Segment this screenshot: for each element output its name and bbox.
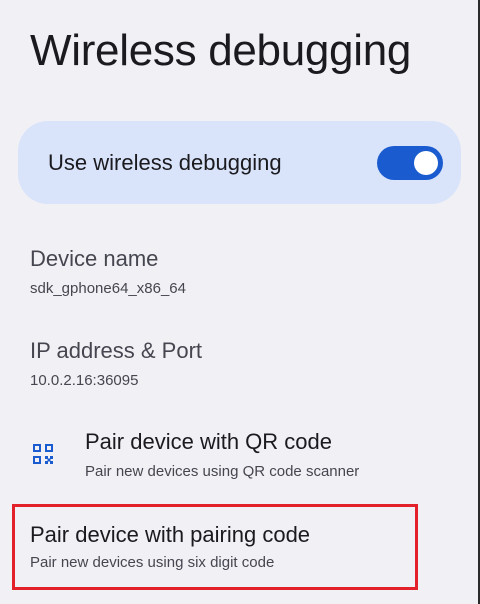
pair-code-subtitle: Pair new devices using six digit code (30, 554, 275, 571)
device-name-label: Device name (30, 246, 159, 271)
device-name-row[interactable]: Device name sdk_gphone64_x86_64 (30, 245, 186, 299)
pair-with-qr-code-row[interactable]: Pair device with QR code Pair new device… (30, 428, 450, 488)
ip-address-port-label: IP address & Port (30, 338, 203, 363)
pair-qr-subtitle: Pair new devices using QR code scanner (85, 463, 360, 480)
ip-address-port-value: 10.0.2.16:36095 (30, 372, 139, 389)
use-wireless-debugging-toggle-row[interactable]: Use wireless debugging (18, 121, 461, 204)
pair-code-title: Pair device with pairing code (30, 522, 311, 547)
pair-qr-title: Pair device with QR code (85, 429, 332, 454)
qr-code-scanner-icon (33, 444, 53, 464)
page-title: Wireless debugging (30, 26, 412, 75)
wireless-debugging-switch[interactable] (377, 145, 443, 180)
toggle-label: Use wireless debugging (48, 149, 282, 175)
ip-address-port-row[interactable]: IP address & Port 10.0.2.16:36095 (30, 337, 202, 391)
pair-with-pairing-code-row[interactable]: Pair device with pairing code Pair new d… (12, 504, 418, 590)
switch-thumb (414, 150, 438, 175)
device-name-value: sdk_gphone64_x86_64 (30, 280, 186, 297)
